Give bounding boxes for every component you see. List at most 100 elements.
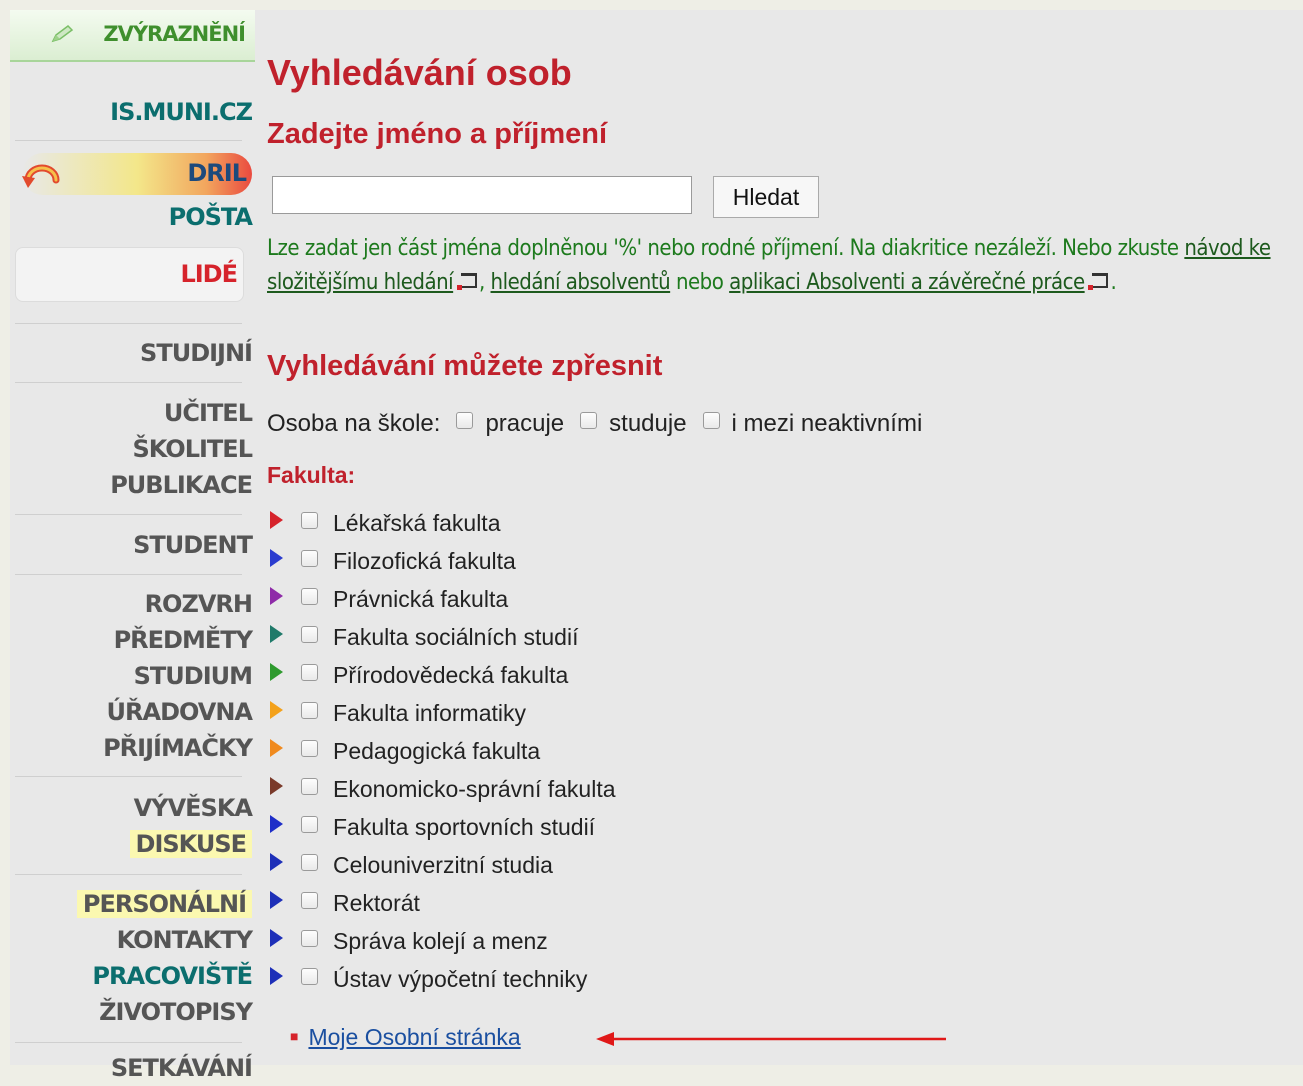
expand-triangle-icon[interactable]	[270, 929, 283, 947]
sidebar-item-studium[interactable]: STUDIUM	[134, 658, 253, 694]
faculty-item: Fakulta sportovních studií	[267, 808, 616, 846]
alumni-search-link[interactable]: hledání absolventů	[491, 270, 671, 295]
search-heading: Zadejte jméno a příjmení	[267, 118, 608, 150]
sidebar-item-setkavani[interactable]: SETKÁVÁNÍ	[111, 1050, 253, 1086]
my-page-item: ■ Moje Osobní stránka	[290, 1024, 521, 1051]
sidebar-divider	[15, 874, 242, 875]
sidebar-divider	[15, 382, 242, 383]
page-title: Vyhledávání osob	[267, 52, 572, 93]
faculty-item: Lékařská fakulta	[267, 504, 616, 542]
works-checkbox[interactable]	[456, 411, 474, 429]
faculty-name: Filozofická fakulta	[333, 547, 516, 574]
sidebar-item-prijimacky[interactable]: PŘIJÍMAČKY	[103, 730, 253, 766]
faculty-checkbox[interactable]	[301, 815, 318, 833]
sidebar-item-predmety[interactable]: PŘEDMĚTY	[114, 622, 253, 658]
sidebar-divider	[15, 1042, 242, 1043]
hint-text: Lze zadat jen část jména doplněnou '%' n…	[267, 236, 1185, 261]
expand-triangle-icon[interactable]	[270, 777, 283, 795]
faculty-name: Celouniverzitní studia	[333, 851, 553, 878]
expand-triangle-icon[interactable]	[270, 853, 283, 871]
faculty-checkbox[interactable]	[301, 587, 318, 605]
faculty-name: Fakulta sportovních studií	[333, 813, 596, 840]
expand-triangle-icon[interactable]	[270, 701, 283, 719]
faculty-checkbox[interactable]	[301, 739, 318, 757]
sidebar-item-posta[interactable]: POŠTA	[169, 199, 253, 235]
dril-label: DRIL	[187, 159, 247, 187]
faculty-checkbox[interactable]	[301, 663, 318, 681]
sidebar-divider	[15, 574, 242, 575]
faculty-checkbox[interactable]	[301, 891, 318, 909]
faculty-item: Rektorát	[267, 884, 616, 922]
sidebar-item-publikace[interactable]: PUBLIKACE	[110, 467, 253, 503]
personalni-label: PERSONÁLNÍ	[76, 890, 252, 918]
faculty-checkbox[interactable]	[301, 853, 318, 871]
faculty-item: Pedagogická fakulta	[267, 732, 616, 770]
faculty-item: Fakulta sociálních studií	[267, 618, 616, 656]
external-link-icon	[1088, 273, 1109, 290]
expand-triangle-icon[interactable]	[270, 549, 283, 567]
faculty-item: Přírodovědecká fakulta	[267, 656, 616, 694]
sidebar-divider	[15, 323, 242, 324]
expand-triangle-icon[interactable]	[270, 625, 283, 643]
faculty-label: Fakulta:	[267, 462, 356, 488]
faculty-checkbox[interactable]	[301, 701, 318, 719]
highlight-button[interactable]: ZVÝRAZNĚNÍ	[10, 10, 255, 62]
faculty-name: Správa kolejí a menz	[333, 927, 548, 954]
sidebar-item-kontakty[interactable]: KONTAKTY	[117, 922, 253, 958]
sidebar-item-zivotopisy[interactable]: ŽIVOTOPISY	[99, 994, 253, 1030]
refine-heading: Vyhledávání můžete zpřesnit	[267, 350, 663, 382]
search-button[interactable]: Hledat	[713, 176, 819, 218]
sidebar-item-vyveska[interactable]: VÝVĚSKA	[134, 790, 253, 826]
studies-label: studuje	[609, 410, 687, 437]
inactive-checkbox[interactable]	[702, 411, 720, 429]
faculty-name: Přírodovědecká fakulta	[333, 661, 569, 688]
sidebar-item-pracoviste[interactable]: PRACOVIŠTĚ	[92, 958, 253, 994]
studies-checkbox[interactable]	[580, 411, 598, 429]
highlight-label: ZVÝRAZNĚNÍ	[103, 22, 246, 46]
sidebar-item-rozvrh[interactable]: ROZVRH	[145, 586, 253, 622]
sidebar-item-lide[interactable]: LIDÉ	[15, 247, 244, 302]
expand-triangle-icon[interactable]	[270, 739, 283, 757]
sidebar-divider	[15, 514, 242, 515]
my-personal-page-link[interactable]: Moje Osobní stránka	[308, 1024, 520, 1050]
sidebar-item-is[interactable]: IS.MUNI.CZ	[110, 94, 253, 130]
faculty-name: Pedagogická fakulta	[333, 737, 541, 764]
expand-triangle-icon[interactable]	[270, 511, 283, 529]
sidebar-item-personalni[interactable]: PERSONÁLNÍ	[76, 886, 252, 922]
faculty-checkbox[interactable]	[301, 967, 318, 985]
sidebar-item-student[interactable]: STUDENT	[133, 527, 253, 563]
hint-text: .	[1110, 270, 1117, 295]
sidebar-item-studijni[interactable]: STUDIJNÍ	[140, 335, 253, 371]
faculty-checkbox[interactable]	[301, 929, 318, 947]
faculty-item: Ústav výpočetní techniky	[267, 960, 616, 998]
pencil-icon	[51, 25, 74, 43]
sidebar-item-uradovna[interactable]: ÚŘADOVNA	[107, 694, 253, 730]
faculty-item: Celouniverzitní studia	[267, 846, 616, 884]
sidebar-item-diskuse[interactable]: DISKUSE	[129, 826, 252, 862]
alumni-app-link[interactable]: aplikaci Absolventi a závěrečné práce	[729, 270, 1085, 295]
expand-triangle-icon[interactable]	[270, 587, 283, 605]
search-hint: Lze zadat jen část jména doplněnou '%' n…	[267, 232, 1303, 300]
faculty-checkbox[interactable]	[301, 625, 318, 643]
faculty-name: Právnická fakulta	[333, 585, 509, 612]
faculty-name: Lékařská fakulta	[333, 509, 501, 536]
person-filter: Osoba na škole: pracuje studuje i mezi n…	[267, 410, 922, 438]
faculty-checkbox[interactable]	[301, 549, 318, 567]
expand-triangle-icon[interactable]	[270, 663, 283, 681]
sidebar-divider	[15, 776, 242, 777]
lide-label: LIDÉ	[180, 260, 238, 288]
sidebar-item-skolitel[interactable]: ŠKOLITEL	[133, 431, 253, 467]
inactive-label: i mezi neaktivními	[731, 410, 923, 437]
name-search-input[interactable]	[272, 176, 692, 214]
faculty-name: Fakulta sociálních studií	[333, 623, 579, 650]
faculty-checkbox[interactable]	[301, 777, 318, 795]
works-label: pracuje	[485, 410, 565, 437]
hint-text: ,	[478, 270, 491, 295]
sidebar-item-ucitel[interactable]: UČITEL	[164, 395, 253, 431]
expand-triangle-icon[interactable]	[270, 967, 283, 985]
expand-triangle-icon[interactable]	[270, 815, 283, 833]
expand-triangle-icon[interactable]	[270, 891, 283, 909]
faculty-item: Filozofická fakulta	[267, 542, 616, 580]
faculty-checkbox[interactable]	[301, 511, 318, 529]
faculty-item: Správa kolejí a menz	[267, 922, 616, 960]
